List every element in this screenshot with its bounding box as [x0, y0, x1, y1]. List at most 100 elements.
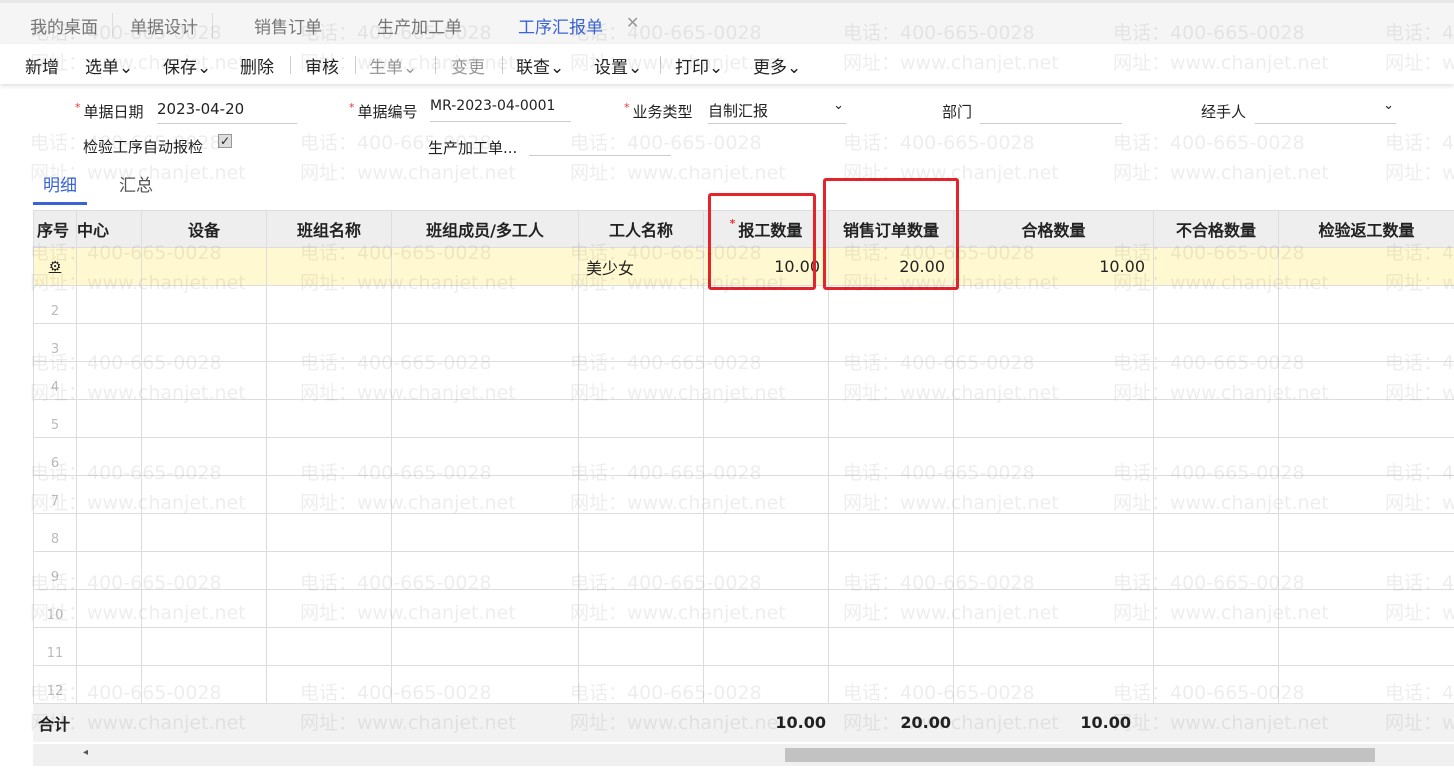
cell[interactable]	[141, 627, 267, 666]
change-button[interactable]: 变更	[451, 53, 485, 78]
cell[interactable]	[953, 551, 1154, 590]
cell[interactable]	[76, 551, 142, 590]
cell[interactable]	[1153, 247, 1279, 286]
cell[interactable]	[578, 551, 704, 590]
cell[interactable]	[141, 475, 267, 514]
table-row[interactable]: 6	[33, 437, 1454, 476]
cell[interactable]	[1278, 247, 1454, 286]
cell[interactable]	[953, 361, 1154, 400]
cell[interactable]	[266, 247, 392, 286]
cell[interactable]	[266, 437, 392, 476]
cell[interactable]	[703, 399, 829, 438]
cell[interactable]	[578, 475, 704, 514]
scrollbar-thumb[interactable]	[785, 748, 1375, 762]
cell[interactable]	[391, 437, 579, 476]
cell[interactable]	[266, 399, 392, 438]
cell[interactable]	[703, 665, 829, 704]
table-row[interactable]: 3	[33, 323, 1454, 362]
cell[interactable]	[828, 361, 954, 400]
cell[interactable]	[391, 323, 579, 362]
cell[interactable]	[1278, 589, 1454, 628]
cell[interactable]	[828, 513, 954, 552]
table-row[interactable]: 10	[33, 589, 1454, 628]
cell[interactable]	[578, 437, 704, 476]
cell[interactable]	[141, 323, 267, 362]
cell[interactable]	[953, 475, 1154, 514]
cell[interactable]	[828, 551, 954, 590]
cell[interactable]	[1278, 551, 1454, 590]
cell[interactable]	[391, 627, 579, 666]
cell[interactable]	[828, 323, 954, 362]
cell[interactable]	[703, 323, 829, 362]
cell[interactable]	[953, 513, 1154, 552]
cell[interactable]	[578, 665, 704, 704]
cell[interactable]	[391, 551, 579, 590]
cell[interactable]	[703, 437, 829, 476]
cell[interactable]	[141, 589, 267, 628]
pass-qty-cell[interactable]: 10.00	[953, 247, 1154, 286]
tab-process-report[interactable]: 工序汇报单	[506, 13, 615, 48]
new-button[interactable]: 新增	[25, 53, 59, 78]
worker-cell[interactable]: 美少女	[578, 247, 704, 286]
cell[interactable]	[141, 247, 267, 286]
table-row[interactable]: 4	[33, 361, 1454, 400]
cell[interactable]	[953, 399, 1154, 438]
cell[interactable]	[953, 437, 1154, 476]
cell[interactable]	[266, 361, 392, 400]
cell[interactable]	[76, 665, 142, 704]
print-button[interactable]: 打印⌄	[675, 53, 723, 78]
cell[interactable]	[828, 627, 954, 666]
cell[interactable]	[578, 589, 704, 628]
cell[interactable]	[1153, 399, 1279, 438]
cell[interactable]	[76, 323, 142, 362]
cell[interactable]	[828, 665, 954, 704]
cell[interactable]	[703, 361, 829, 400]
cell[interactable]	[76, 475, 142, 514]
cell[interactable]	[141, 551, 267, 590]
cell[interactable]	[1153, 551, 1279, 590]
date-field[interactable]: 2023-04-20	[157, 98, 297, 124]
cell[interactable]	[266, 285, 392, 324]
cell[interactable]	[141, 361, 267, 400]
auto-check-checkbox[interactable]: ✓	[218, 134, 232, 148]
cell[interactable]	[703, 513, 829, 552]
cell[interactable]	[703, 589, 829, 628]
cell[interactable]	[266, 475, 392, 514]
cell[interactable]	[1278, 475, 1454, 514]
cell[interactable]	[141, 399, 267, 438]
cell[interactable]	[1278, 665, 1454, 704]
cell[interactable]	[578, 627, 704, 666]
generate-button[interactable]: 生单⌄	[369, 53, 417, 78]
cell[interactable]	[578, 513, 704, 552]
cell[interactable]	[76, 399, 142, 438]
cell[interactable]	[828, 589, 954, 628]
prod-order-field[interactable]	[529, 130, 671, 156]
settings-button[interactable]: 设置⌄	[594, 53, 642, 78]
cell[interactable]	[141, 285, 267, 324]
more-button[interactable]: 更多⌄	[753, 53, 801, 78]
cell[interactable]	[578, 399, 704, 438]
cell[interactable]	[391, 589, 579, 628]
cell[interactable]	[1278, 399, 1454, 438]
cell[interactable]	[828, 475, 954, 514]
code-field[interactable]: MR-2023-04-0001	[430, 96, 571, 122]
cell[interactable]	[76, 285, 142, 324]
table-row[interactable]: 11	[33, 627, 1454, 666]
cell[interactable]	[141, 437, 267, 476]
save-button[interactable]: 保存⌄	[163, 53, 211, 78]
tab-desktop[interactable]: 我的桌面	[30, 13, 113, 38]
tab-form-design[interactable]: 单据设计	[130, 13, 213, 38]
cell[interactable]	[1153, 323, 1279, 362]
table-row[interactable]: 9	[33, 551, 1454, 590]
cell[interactable]	[391, 475, 579, 514]
cell[interactable]	[1153, 285, 1279, 324]
delete-button[interactable]: 删除	[240, 53, 274, 78]
cell[interactable]	[1278, 285, 1454, 324]
cell[interactable]	[266, 627, 392, 666]
cell[interactable]	[1153, 475, 1279, 514]
approve-button[interactable]: 审核	[305, 53, 339, 78]
cell[interactable]	[1278, 627, 1454, 666]
dept-field[interactable]	[980, 98, 1122, 124]
select-button[interactable]: 选单⌄	[85, 53, 133, 78]
cell[interactable]	[1278, 437, 1454, 476]
